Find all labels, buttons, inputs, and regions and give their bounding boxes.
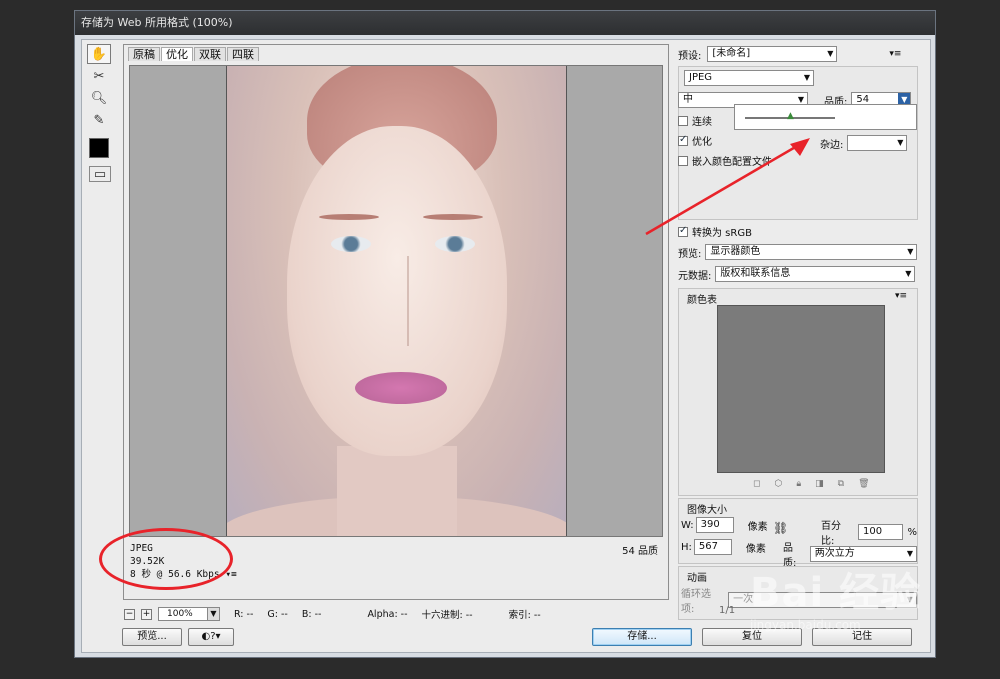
eyedropper-color-swatch[interactable] <box>89 138 109 158</box>
chevron-down-icon: ▼ <box>827 49 834 58</box>
tab-4-up[interactable]: 四联 <box>227 47 259 61</box>
preset-label: 预设: <box>678 50 702 62</box>
watermark-brand: Bai 经验 <box>750 570 922 616</box>
preview-mode-select[interactable]: 显示器颜色 ▼ <box>705 244 918 260</box>
percent-input[interactable]: 100 <box>857 524 904 540</box>
lock-icon[interactable]: 🔒︎ <box>796 479 801 489</box>
annotation-circle <box>99 528 233 590</box>
chevron-down-icon: ▼ <box>207 608 219 620</box>
new-color-icon[interactable]: ◨ <box>815 479 824 489</box>
preset-select[interactable]: [未命名] ▼ <box>707 46 838 62</box>
readout-hex: 十六进制: -- <box>421 610 473 621</box>
animation-title: 动画 <box>687 573 707 584</box>
zoom-tool-icon[interactable]: 🔍︎ <box>87 88 111 108</box>
metadata-label: 元数据: <box>678 270 712 282</box>
panel-menu-icon[interactable]: ▾≡ <box>895 291 907 301</box>
tab-original[interactable]: 原稿 <box>128 47 160 61</box>
image-canvas[interactable] <box>129 65 663 537</box>
color-table-title: 颜色表 <box>687 295 717 306</box>
eyedropper-tool-icon[interactable]: ✎ <box>87 110 111 130</box>
constrain-proportions-icon[interactable]: ⛓ <box>773 521 788 535</box>
width-input[interactable]: 390 <box>695 517 734 533</box>
web-shift-icon[interactable]: ◻ <box>753 479 760 489</box>
zoom-in-button[interactable]: + <box>141 608 152 620</box>
quality-slider-popup[interactable]: ▲ <box>734 104 917 130</box>
quality-slider-knob[interactable]: ▲ <box>787 111 794 121</box>
view-tabs: 原稿 优化 双联 四联 <box>128 47 260 61</box>
chevron-down-icon: ▼ <box>907 247 914 256</box>
new-swatch-icon[interactable]: ⧉ <box>838 479 844 489</box>
toggle-slices-icon[interactable]: ▭ <box>89 166 111 182</box>
chevron-down-icon: ▼ <box>905 269 912 278</box>
browser-select-button[interactable]: ◐?▾ <box>188 628 234 646</box>
preview-button[interactable]: 预览... <box>122 628 182 646</box>
save-button[interactable]: 存储... <box>592 628 692 646</box>
color-cube-icon[interactable]: ⬡ <box>774 479 782 489</box>
metadata-select[interactable]: 版权和联系信息 ▼ <box>715 266 916 282</box>
info-quality: 54 品质 <box>622 546 658 557</box>
slice-select-tool-icon[interactable]: ✂ <box>87 66 111 86</box>
matte-select[interactable]: ▼ <box>847 135 908 151</box>
chevron-down-icon: ▼ <box>803 73 810 82</box>
readout-alpha: Alpha: -- <box>367 608 408 620</box>
percent-unit: % <box>907 526 917 538</box>
width-label: W: <box>681 519 694 531</box>
annotation-arrow <box>645 138 810 236</box>
height-unit: 像素 <box>745 543 766 555</box>
height-input[interactable]: 567 <box>693 539 732 555</box>
tab-optimized[interactable]: 优化 <box>161 47 193 61</box>
color-table-swatches[interactable] <box>717 305 885 473</box>
frame-counter: 1/1 <box>719 605 736 616</box>
color-table-panel: 颜色表 ▾≡ ◻ ⬡ 🔒︎ ◨ ⧉ 🗑︎ <box>678 288 918 496</box>
zoom-level-select[interactable]: 100% ▼ <box>158 607 220 621</box>
loop-label: 循环选项: <box>681 589 711 615</box>
panel-menu-icon[interactable]: ▾≡ <box>889 49 901 59</box>
chevron-down-icon: ▼ <box>906 549 913 558</box>
readout-index: 索引: -- <box>508 610 541 621</box>
watermark: Bai 经验 jingyan.baidu.com <box>750 560 921 632</box>
readout-g: G: -- <box>267 608 288 620</box>
portrait-image <box>226 66 567 536</box>
progressive-label: 连续 <box>692 117 712 128</box>
chevron-down-icon: ▼ <box>897 138 904 147</box>
toolbox: ✋ ✂ 🔍︎ ✎ ▭ <box>87 44 115 184</box>
watermark-url: jingyan.baidu.com <box>750 618 861 632</box>
preview-mode-label: 预览: <box>678 248 702 260</box>
width-unit: 像素 <box>747 521 768 533</box>
status-bar: − + 100% ▼ R: -- G: -- B: -- Alpha: -- 十六… <box>124 606 664 622</box>
matte-label: 杂边: <box>820 139 844 151</box>
readout-r: R: -- <box>234 608 254 620</box>
image-size-panel: 图像大小 W: 390 像素 H: 567 像素 ⛓ 百分比: 100 % 品质… <box>678 498 918 569</box>
browser-icon: ◐?▾ <box>201 631 221 642</box>
zoom-out-button[interactable]: − <box>124 608 135 620</box>
height-label: H: <box>681 541 692 553</box>
window-title: 存储为 Web 所用格式 (100%) <box>75 11 935 35</box>
progressive-checkbox[interactable] <box>678 115 688 126</box>
preview-panel: 原稿 优化 双联 四联 JPEG 39.52K 8 秒 @ 56.6 Kbps … <box>123 44 669 600</box>
readout-b: B: -- <box>301 608 322 620</box>
image-size-title: 图像大小 <box>687 505 727 516</box>
hand-tool-icon[interactable]: ✋ <box>87 44 111 64</box>
format-select[interactable]: JPEG ▼ <box>684 70 814 86</box>
trash-icon[interactable]: 🗑︎ <box>858 479 869 489</box>
tab-2-up[interactable]: 双联 <box>194 47 226 61</box>
